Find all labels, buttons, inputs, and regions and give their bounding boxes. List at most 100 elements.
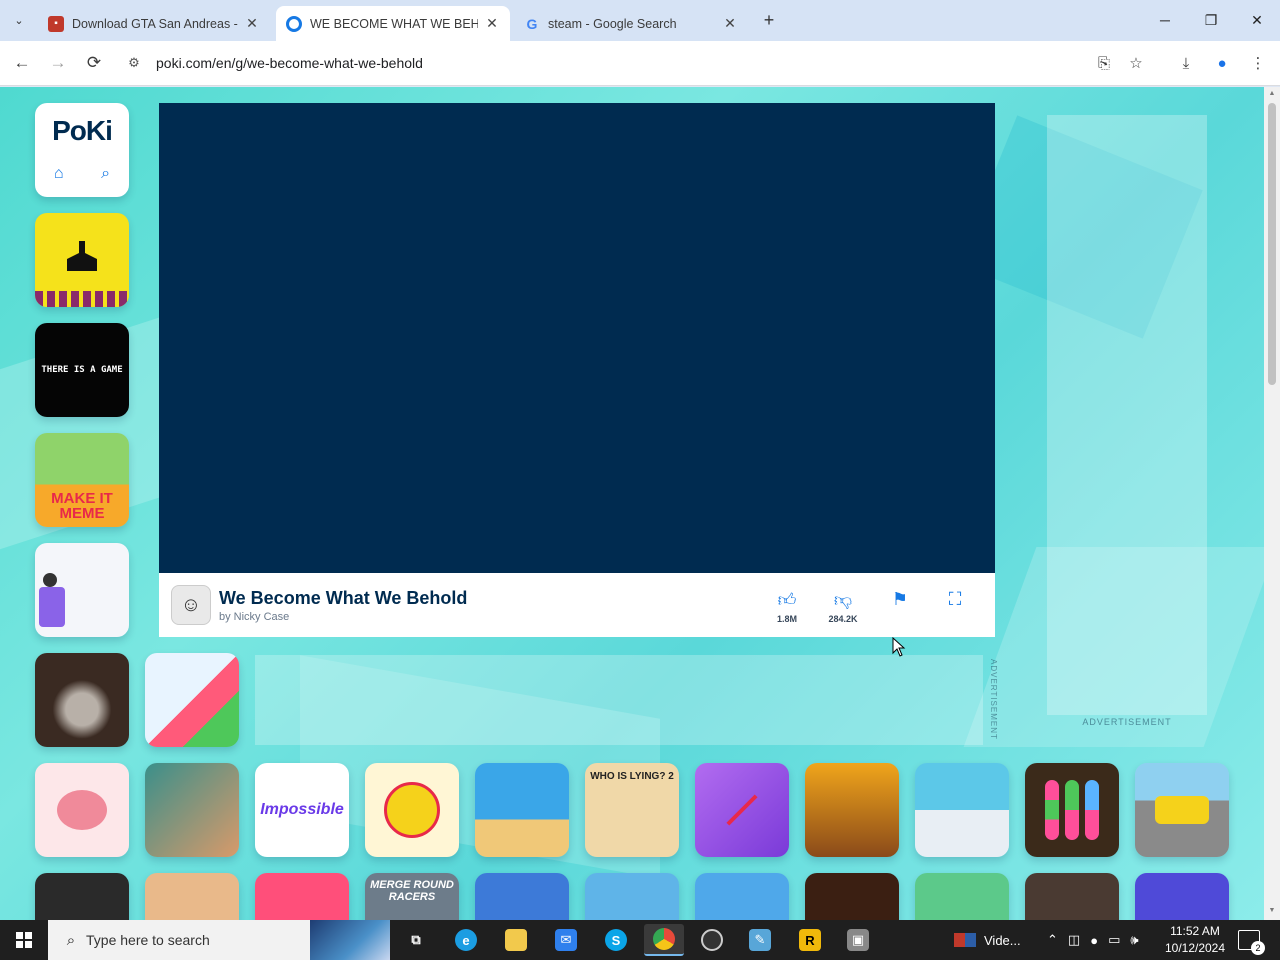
obs-button[interactable] <box>692 924 732 956</box>
mail-button[interactable]: ✉ <box>546 924 586 956</box>
game-tile-white[interactable] <box>35 543 129 637</box>
taskbar-clock[interactable]: 11:52 AM 10/12/2024 <box>1160 923 1230 957</box>
dislike-count: 284.2K <box>828 614 858 624</box>
game-iframe[interactable] <box>159 103 995 573</box>
page-scrollbar[interactable]: ▲ ▼ <box>1264 87 1280 920</box>
game-tile-ball-sort[interactable] <box>1025 763 1119 857</box>
game-tile-angry-ball[interactable] <box>365 763 459 857</box>
camera-icon[interactable]: ◫ <box>1068 932 1080 948</box>
home-icon[interactable]: ⌂ <box>54 165 64 183</box>
game-tile[interactable] <box>475 873 569 920</box>
notification-center-button[interactable]: 2 <box>1238 930 1265 955</box>
game-tile-car-racing[interactable] <box>1135 763 1229 857</box>
fullscreen-button[interactable]: ⛶ <box>930 589 980 611</box>
app-window-button[interactable]: ▣ <box>838 924 878 956</box>
poki-logo[interactable]: PoKi <box>35 115 129 147</box>
tab-close-icon[interactable]: ✕ <box>484 15 500 32</box>
game-tile-brain-test[interactable] <box>35 763 129 857</box>
volume-icon[interactable]: 🕪︎ <box>1130 932 1138 948</box>
like-button[interactable]: 👍︎ 1.8M <box>762 589 812 624</box>
game-tile[interactable] <box>585 873 679 920</box>
chrome-button[interactable] <box>644 924 684 956</box>
gta-favicon-icon: ▪ <box>48 15 64 32</box>
install-app-icon[interactable]: ⎘ <box>1092 51 1116 75</box>
microphone-icon[interactable]: ● <box>1090 933 1098 948</box>
back-button[interactable]: ← <box>10 51 34 75</box>
ad-banner[interactable] <box>255 655 983 745</box>
new-tab-button[interactable]: + <box>758 8 780 32</box>
game-tile-stickman-hook[interactable] <box>695 763 789 857</box>
game-tile[interactable] <box>1025 873 1119 920</box>
network-icon[interactable]: ▭ <box>1108 932 1120 948</box>
car-icon <box>1155 796 1209 824</box>
mail-icon: ✉ <box>555 929 577 951</box>
scroll-thumb[interactable] <box>1268 103 1276 385</box>
game-tile-smash-computer[interactable] <box>915 763 1009 857</box>
tab-search-menu-icon[interactable]: ⌄ <box>8 8 30 32</box>
menu-kebab-icon[interactable]: ⋮ <box>1246 51 1270 75</box>
game-tile[interactable] <box>695 873 789 920</box>
address-bar[interactable]: ⚙ poki.com/en/g/we-become-what-we-behold <box>116 46 1166 80</box>
game-tile-make-it-meme[interactable]: MAKE IT MEME <box>35 433 129 527</box>
report-button[interactable]: ⚑ <box>875 589 925 611</box>
dislike-button[interactable]: 👎︎ 284.2K <box>818 589 868 624</box>
forward-button[interactable]: → <box>46 51 70 75</box>
game-tile-watermelon[interactable] <box>145 653 239 747</box>
clock-date: 10/12/2024 <box>1164 941 1226 955</box>
site-info-icon[interactable]: ⚙ <box>120 51 148 75</box>
game-tile[interactable] <box>145 873 239 920</box>
game-tile-merge-round-racers[interactable]: MERGE ROUND RACERS <box>365 873 459 920</box>
notification-count: 2 <box>1251 941 1265 955</box>
chevron-up-icon[interactable]: ⌃ <box>1047 932 1058 948</box>
tab-steam-google-search[interactable]: G steam - Google Search ✕ <box>514 6 748 41</box>
notepad-button[interactable]: ✎ <box>740 924 780 956</box>
game-tile-there-is-a-game[interactable]: THERE IS A GAME <box>35 323 129 417</box>
downloads-icon[interactable]: ⤓ <box>1174 51 1198 75</box>
tab-gta-download[interactable]: ▪ Download GTA San Andreas - G ✕ <box>38 6 270 41</box>
minimize-button[interactable]: ─ <box>1153 8 1177 32</box>
tab-we-become-what-we-behold[interactable]: WE BECOME WHAT WE BEHOLD ✕ <box>276 6 510 41</box>
skype-button[interactable]: S <box>596 924 636 956</box>
scroll-down-icon[interactable]: ▼ <box>1267 907 1277 917</box>
tab-close-icon[interactable]: ✕ <box>244 15 260 32</box>
game-tile-knight[interactable] <box>35 653 129 747</box>
close-window-button[interactable]: ✕ <box>1245 8 1269 32</box>
rockstar-launcher-button[interactable]: R <box>790 924 830 956</box>
edge-button[interactable]: e <box>446 924 486 956</box>
game-tile-who-is-lying[interactable]: WHO IS LYING? 2 <box>585 763 679 857</box>
profile-avatar-icon[interactable]: ● <box>1210 51 1234 75</box>
game-title: We Become What We Behold <box>219 588 468 608</box>
url-text[interactable]: poki.com/en/g/we-become-what-we-behold <box>156 55 423 71</box>
notepad-icon: ✎ <box>749 929 771 951</box>
ad-sidebar[interactable] <box>1047 115 1207 715</box>
task-view-icon: ⧉ <box>411 932 421 947</box>
game-thumbnail: ☺ <box>171 585 211 625</box>
tile-label: THERE IS A GAME <box>35 323 129 417</box>
media-widget[interactable]: Vide... <box>954 920 1021 960</box>
windows-taskbar: ⌕ Type here to search ⧉ e ✉ S ✎ R ▣ Vide… <box>0 920 1280 960</box>
game-tile-yellow-runner[interactable] <box>35 213 129 307</box>
task-view-button[interactable]: ⧉ <box>396 924 436 956</box>
tube-icon <box>1065 780 1079 840</box>
restore-button[interactable]: ❐ <box>1199 8 1223 32</box>
bookmark-star-icon[interactable]: ☆ <box>1124 51 1148 75</box>
game-tile[interactable] <box>915 873 1009 920</box>
taskbar-search-box[interactable]: ⌕ Type here to search <box>48 920 390 960</box>
game-tile-face-puzzle[interactable] <box>145 763 239 857</box>
game-tile[interactable] <box>35 873 129 920</box>
tube-icon <box>1085 780 1099 840</box>
game-tile[interactable] <box>1135 873 1229 920</box>
tab-title: Download GTA San Andreas - G <box>72 16 238 31</box>
game-tile-moto-x3m[interactable] <box>475 763 569 857</box>
game-tile[interactable] <box>805 873 899 920</box>
reload-button[interactable]: ⟳ <box>82 51 106 75</box>
tab-close-icon[interactable]: ✕ <box>722 15 738 32</box>
game-tile-stick-war[interactable] <box>805 763 899 857</box>
game-tile[interactable] <box>255 873 349 920</box>
file-explorer-button[interactable] <box>496 924 536 956</box>
scroll-up-icon[interactable]: ▲ <box>1267 90 1277 100</box>
start-button[interactable] <box>0 920 48 960</box>
game-tile-impossible[interactable]: Impossible <box>255 763 349 857</box>
search-icon[interactable]: ⌕ <box>101 165 110 183</box>
poki-favicon-icon <box>286 15 302 32</box>
